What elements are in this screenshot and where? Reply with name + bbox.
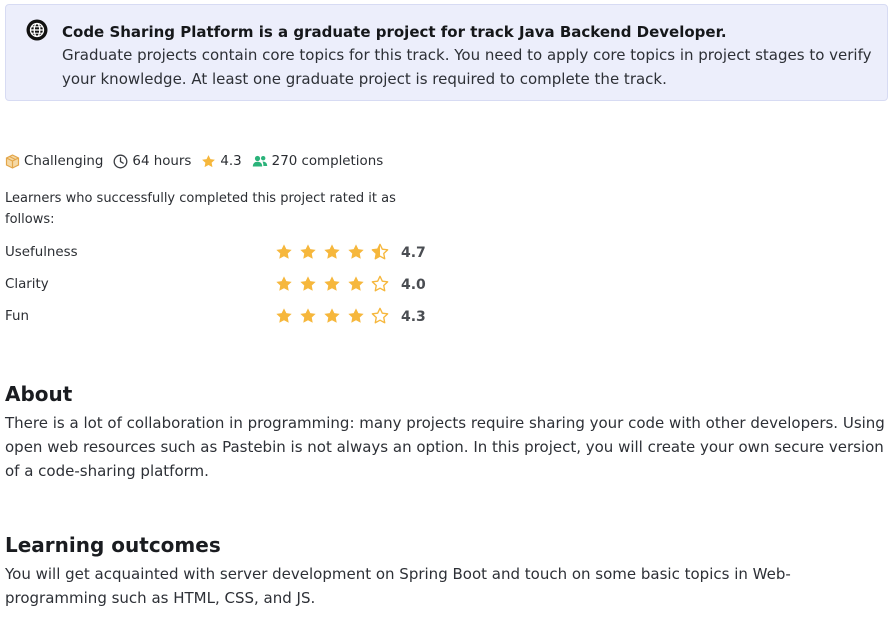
rating-value: 4.0	[401, 277, 426, 293]
rating-usefulness: Usefulness 4.7	[5, 243, 435, 265]
completions-label: 270 completions	[271, 153, 384, 169]
learning-outcomes-text: You will get acquainted with server deve…	[5, 565, 791, 607]
star-empty-icon	[371, 307, 389, 324]
globe-icon	[26, 19, 48, 41]
rating-label: Clarity	[5, 277, 49, 292]
rating-stars	[275, 275, 395, 293]
rating-stars	[275, 307, 395, 325]
average-rating: 4.3	[201, 153, 242, 169]
star-empty-icon	[371, 275, 389, 292]
about-heading: About	[5, 382, 73, 406]
banner-description: Graduate projects contain core topics fo…	[62, 46, 872, 88]
rating-value: 4.3	[401, 309, 426, 325]
project-meta: Challenging 64 hours 4.3 270 completions	[5, 151, 393, 171]
star-half-icon	[371, 243, 389, 260]
rating-label: Usefulness	[5, 245, 78, 260]
rating-clarity: Clarity 4.0	[5, 275, 435, 297]
star-full-icon	[276, 276, 292, 291]
ratings-intro: Learners who successfully completed this…	[5, 191, 396, 227]
difficulty: Challenging	[5, 154, 103, 169]
box-icon	[5, 153, 20, 169]
learning-outcomes-heading: Learning outcomes	[5, 533, 221, 557]
rating-stars	[275, 243, 395, 261]
difficulty-label: Challenging	[24, 153, 104, 169]
rating-value: 4.3	[220, 153, 242, 169]
rating-label: Fun	[5, 309, 29, 324]
clock-icon	[113, 154, 128, 168]
star-full-icon	[324, 276, 340, 291]
graduate-project-banner: Code Sharing Platform is a graduate proj…	[5, 4, 888, 101]
completions: 270 completions	[252, 153, 384, 169]
star-full-icon	[348, 244, 364, 259]
about-text: There is a lot of collaboration in progr…	[5, 414, 885, 480]
star-full-icon	[324, 308, 340, 323]
star-full-icon	[348, 276, 364, 291]
rating-fun: Fun 4.3	[5, 307, 435, 329]
star-icon	[202, 154, 216, 167]
star-full-icon	[324, 244, 340, 259]
star-full-icon	[300, 244, 316, 259]
star-full-icon	[300, 308, 316, 323]
duration-label: 64 hours	[132, 153, 192, 169]
banner-title: Code Sharing Platform is a graduate proj…	[62, 23, 727, 41]
duration: 64 hours	[113, 154, 191, 169]
star-full-icon	[276, 244, 292, 259]
star-full-icon	[348, 308, 364, 323]
users-icon	[252, 155, 267, 166]
rating-value: 4.7	[401, 245, 426, 261]
star-full-icon	[300, 276, 316, 291]
star-full-icon	[276, 308, 292, 323]
